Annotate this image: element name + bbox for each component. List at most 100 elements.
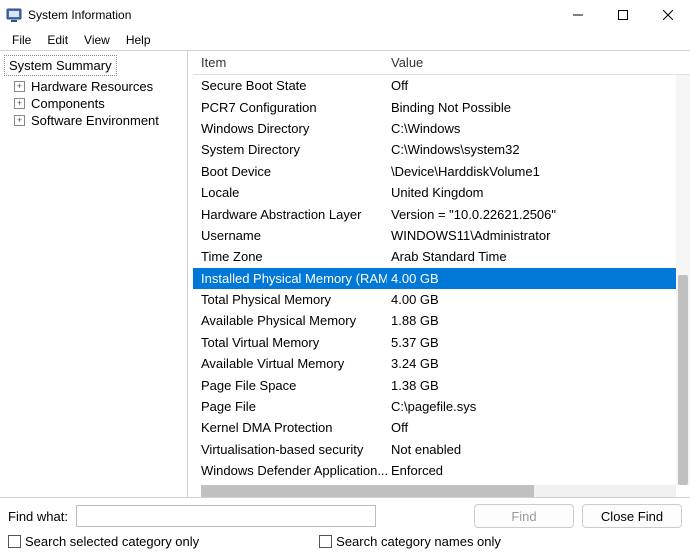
cell-value: 3.24 GB: [387, 356, 690, 371]
find-input[interactable]: [76, 505, 376, 527]
close-button[interactable]: [645, 0, 690, 30]
cell-value: 1.38 GB: [387, 378, 690, 393]
cell-value: Arab Standard Time: [387, 249, 690, 264]
cell-item: PCR7 Configuration: [193, 100, 387, 115]
tree-expander-icon[interactable]: +: [14, 81, 25, 92]
tree-item[interactable]: + Software Environment: [4, 112, 187, 129]
app-icon: [6, 7, 22, 23]
find-button[interactable]: Find: [474, 504, 574, 528]
cell-value: Version = "10.0.22621.2506": [387, 207, 690, 222]
tree-root-system-summary[interactable]: System Summary: [4, 55, 117, 76]
cell-value: 1.88 GB: [387, 313, 690, 328]
cell-item: Total Physical Memory: [193, 292, 387, 307]
checkbox-label: Search category names only: [336, 534, 501, 549]
find-label: Find what:: [8, 509, 68, 524]
cell-item: Secure Boot State: [193, 78, 387, 93]
list-row[interactable]: Installed Physical Memory (RAM)4.00 GB: [193, 268, 690, 289]
cell-value: C:\Windows\system32: [387, 142, 690, 157]
cell-item: System Directory: [193, 142, 387, 157]
checkbox-box-icon: [8, 535, 21, 548]
tree-item[interactable]: + Hardware Resources: [4, 78, 187, 95]
cell-value: Binding Not Possible: [387, 100, 690, 115]
search-area: Find what: Find Close Find Search select…: [0, 497, 690, 555]
list-row[interactable]: Total Virtual Memory5.37 GB: [193, 332, 690, 353]
list-row[interactable]: Windows Defender Application...Enforced: [193, 460, 690, 481]
cell-value: 5.37 GB: [387, 335, 690, 350]
minimize-button[interactable]: [555, 0, 600, 30]
cell-item: Username: [193, 228, 387, 243]
list-row[interactable]: Page File Space1.38 GB: [193, 374, 690, 395]
details-panel: Item Value Secure Boot StateOffPCR7 Conf…: [192, 51, 690, 497]
list-row[interactable]: Time ZoneArab Standard Time: [193, 246, 690, 267]
cell-value: Off: [387, 420, 690, 435]
cell-value: \Device\HarddiskVolume1: [387, 164, 690, 179]
tree-item-label: Software Environment: [31, 113, 159, 128]
vertical-scrollbar-thumb[interactable]: [678, 275, 688, 485]
window-title: System Information: [28, 8, 555, 22]
cell-value: 4.00 GB: [387, 271, 690, 286]
cell-value: C:\Windows: [387, 121, 690, 136]
list-row[interactable]: Total Physical Memory4.00 GB: [193, 289, 690, 310]
list-row[interactable]: Boot Device\Device\HarddiskVolume1: [193, 161, 690, 182]
cell-item: Available Physical Memory: [193, 313, 387, 328]
list-row[interactable]: Windows DirectoryC:\Windows: [193, 118, 690, 139]
titlebar: System Information: [0, 0, 690, 30]
cell-item: Time Zone: [193, 249, 387, 264]
list-row[interactable]: Virtualisation-based securityNot enabled: [193, 439, 690, 460]
horizontal-scrollbar[interactable]: [201, 485, 676, 497]
cell-item: Kernel DMA Protection: [193, 420, 387, 435]
column-header-item[interactable]: Item: [193, 55, 387, 70]
list-row[interactable]: UsernameWINDOWS11\Administrator: [193, 225, 690, 246]
cell-item: Virtualisation-based security: [193, 442, 387, 457]
cell-item: Boot Device: [193, 164, 387, 179]
window-controls: [555, 0, 690, 30]
list-row[interactable]: Available Virtual Memory3.24 GB: [193, 353, 690, 374]
list-row[interactable]: LocaleUnited Kingdom: [193, 182, 690, 203]
tree-item[interactable]: +Components: [4, 95, 187, 112]
cell-value: Enforced: [387, 463, 690, 478]
vertical-scrollbar[interactable]: [676, 75, 690, 485]
search-row: Find what: Find Close Find: [8, 504, 682, 528]
tree-expander-icon[interactable]: +: [14, 98, 25, 109]
cell-value: C:\pagefile.sys: [387, 399, 690, 414]
cell-item: Page File: [193, 399, 387, 414]
details-rows: Secure Boot StateOffPCR7 ConfigurationBi…: [193, 75, 690, 485]
list-row[interactable]: Kernel DMA ProtectionOff: [193, 417, 690, 438]
checkbox-label: Search selected category only: [25, 534, 199, 549]
cell-value: WINDOWS11\Administrator: [387, 228, 690, 243]
cell-item: Windows Defender Application...: [193, 463, 387, 478]
close-find-button[interactable]: Close Find: [582, 504, 682, 528]
checkbox-search-selected-category[interactable]: Search selected category only: [8, 534, 199, 549]
list-header: Item Value: [193, 51, 690, 75]
content-area: System Summary + Hardware Resources+Compo…: [0, 50, 690, 497]
cell-value: United Kingdom: [387, 185, 690, 200]
list-row[interactable]: Available Physical Memory1.88 GB: [193, 310, 690, 331]
list-row[interactable]: Hardware Abstraction LayerVersion = "10.…: [193, 203, 690, 224]
list-row[interactable]: System DirectoryC:\Windows\system32: [193, 139, 690, 160]
maximize-button[interactable]: [600, 0, 645, 30]
tree-expander-icon[interactable]: +: [14, 115, 25, 126]
menu-file[interactable]: File: [4, 31, 39, 49]
search-options-row: Search selected category only Search cat…: [8, 534, 682, 553]
cell-item: Page File Space: [193, 378, 387, 393]
cell-item: Installed Physical Memory (RAM): [193, 271, 387, 286]
menubar: File Edit View Help: [0, 30, 690, 50]
tree-item-label: Hardware Resources: [31, 79, 153, 94]
cell-item: Windows Directory: [193, 121, 387, 136]
cell-item: Hardware Abstraction Layer: [193, 207, 387, 222]
menu-view[interactable]: View: [76, 31, 118, 49]
cell-item: Total Virtual Memory: [193, 335, 387, 350]
column-header-value[interactable]: Value: [387, 55, 690, 70]
cell-value: 4.00 GB: [387, 292, 690, 307]
list-row[interactable]: PCR7 ConfigurationBinding Not Possible: [193, 96, 690, 117]
cell-value: Off: [387, 78, 690, 93]
menu-help[interactable]: Help: [118, 31, 159, 49]
horizontal-scrollbar-thumb[interactable]: [201, 485, 534, 497]
cell-item: Locale: [193, 185, 387, 200]
checkbox-search-category-names[interactable]: Search category names only: [319, 534, 501, 549]
list-row[interactable]: Page FileC:\pagefile.sys: [193, 396, 690, 417]
menu-edit[interactable]: Edit: [39, 31, 76, 49]
list-row[interactable]: Secure Boot StateOff: [193, 75, 690, 96]
window-root: System Information File Edit View Help S…: [0, 0, 690, 555]
cell-item: Available Virtual Memory: [193, 356, 387, 371]
